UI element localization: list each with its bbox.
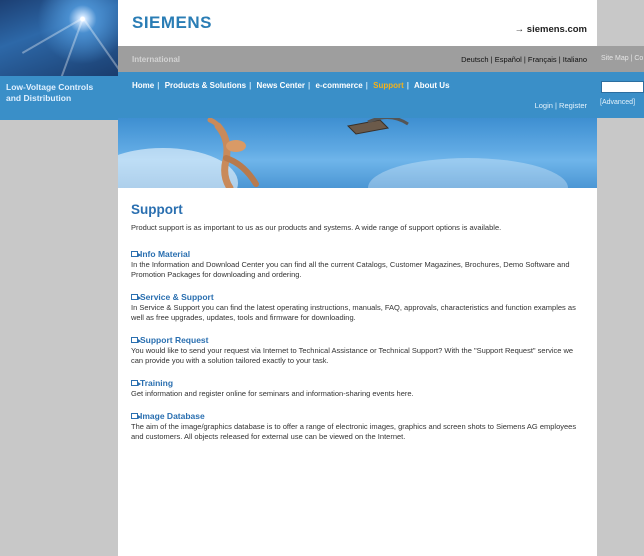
nav-item-ecommerce[interactable]: e-commerce bbox=[316, 81, 363, 90]
arrow-link-icon bbox=[131, 251, 141, 257]
section-title[interactable]: Image Database bbox=[140, 411, 205, 421]
top-bar: SIEMENS → siemens.com bbox=[118, 0, 597, 46]
section-body: You would like to send your request via … bbox=[131, 346, 574, 365]
section-link-training[interactable]: Training bbox=[131, 378, 585, 388]
section-body: In Service & Support you can find the la… bbox=[131, 303, 576, 322]
left-panel: Low-Voltage Controls and Distribution bbox=[0, 0, 118, 556]
nav-item-news[interactable]: News Center bbox=[257, 81, 305, 90]
page-title: Support bbox=[131, 202, 183, 217]
intro-text: Product support is as important to us as… bbox=[131, 223, 502, 232]
left-section-line2: and Distribution bbox=[6, 93, 72, 103]
nav-items: Home | Products & Solutions | News Center |… bbox=[132, 81, 450, 90]
support-banner-image bbox=[118, 118, 597, 188]
arrow-link-icon bbox=[131, 413, 141, 419]
left-hero-image bbox=[0, 0, 118, 76]
nav-item-about[interactable]: About Us bbox=[414, 81, 450, 90]
section-title[interactable]: Info Material bbox=[140, 249, 190, 259]
section-title[interactable]: Service & Support bbox=[140, 292, 214, 302]
nav-item-home[interactable]: Home bbox=[132, 81, 154, 90]
section-body: Get information and register online for … bbox=[131, 389, 414, 398]
section-title[interactable]: Support Request bbox=[140, 335, 208, 345]
arrow-link-icon bbox=[131, 380, 141, 386]
site-map-bar: Site Map | Co bbox=[597, 46, 644, 72]
search-box-area: [Advanced] bbox=[597, 72, 644, 118]
siemens-logo[interactable]: SIEMENS bbox=[132, 13, 212, 33]
section-body: In the Information and Download Center y… bbox=[131, 260, 570, 279]
section-link-image-database[interactable]: Image Database bbox=[131, 411, 585, 421]
content-area: Support Product support is as important … bbox=[118, 188, 597, 442]
section-link-support-request[interactable]: Support Request bbox=[131, 335, 585, 345]
main-column: SIEMENS → siemens.com International Deut… bbox=[118, 0, 597, 556]
arrow-link-icon bbox=[131, 294, 141, 300]
section-training: Training Get information and register on… bbox=[131, 378, 585, 399]
section-link-info-material[interactable]: Info Material bbox=[131, 249, 585, 259]
international-link[interactable]: International bbox=[132, 55, 180, 64]
section-body: The aim of the image/graphics database i… bbox=[131, 422, 577, 441]
right-panel: Site Map | Co [Advanced] bbox=[597, 0, 644, 556]
site-map-link[interactable]: Site Map | Co bbox=[601, 55, 643, 62]
nav-item-support[interactable]: Support bbox=[373, 81, 404, 90]
arrow-link-icon bbox=[131, 337, 141, 343]
main-nav: Home | Products & Solutions | News Center |… bbox=[118, 72, 597, 118]
siemens-com-link[interactable]: → siemens.com bbox=[515, 24, 587, 35]
search-input[interactable] bbox=[601, 81, 644, 93]
international-bar: International Deutsch | Español | França… bbox=[118, 46, 597, 72]
advanced-search-link[interactable]: [Advanced] bbox=[600, 99, 635, 106]
language-selector[interactable]: Deutsch | Español | Français | Italiano bbox=[461, 55, 587, 64]
acrobat-figure-icon bbox=[207, 118, 409, 188]
section-link-service-support[interactable]: Service & Support bbox=[131, 292, 585, 302]
section-support-request: Support Request You would like to send y… bbox=[131, 335, 585, 366]
left-section-title[interactable]: Low-Voltage Controls and Distribution bbox=[0, 76, 118, 120]
section-image-database: Image Database The aim of the image/grap… bbox=[131, 411, 585, 442]
nav-item-products[interactable]: Products & Solutions bbox=[165, 81, 246, 90]
section-info-material: Info Material In the Information and Dow… bbox=[131, 249, 585, 280]
login-register-link[interactable]: Login | Register bbox=[535, 101, 587, 110]
section-service-support: Service & Support In Service & Support y… bbox=[131, 292, 585, 323]
section-title[interactable]: Training bbox=[140, 378, 173, 388]
left-section-line1: Low-Voltage Controls bbox=[6, 82, 94, 92]
